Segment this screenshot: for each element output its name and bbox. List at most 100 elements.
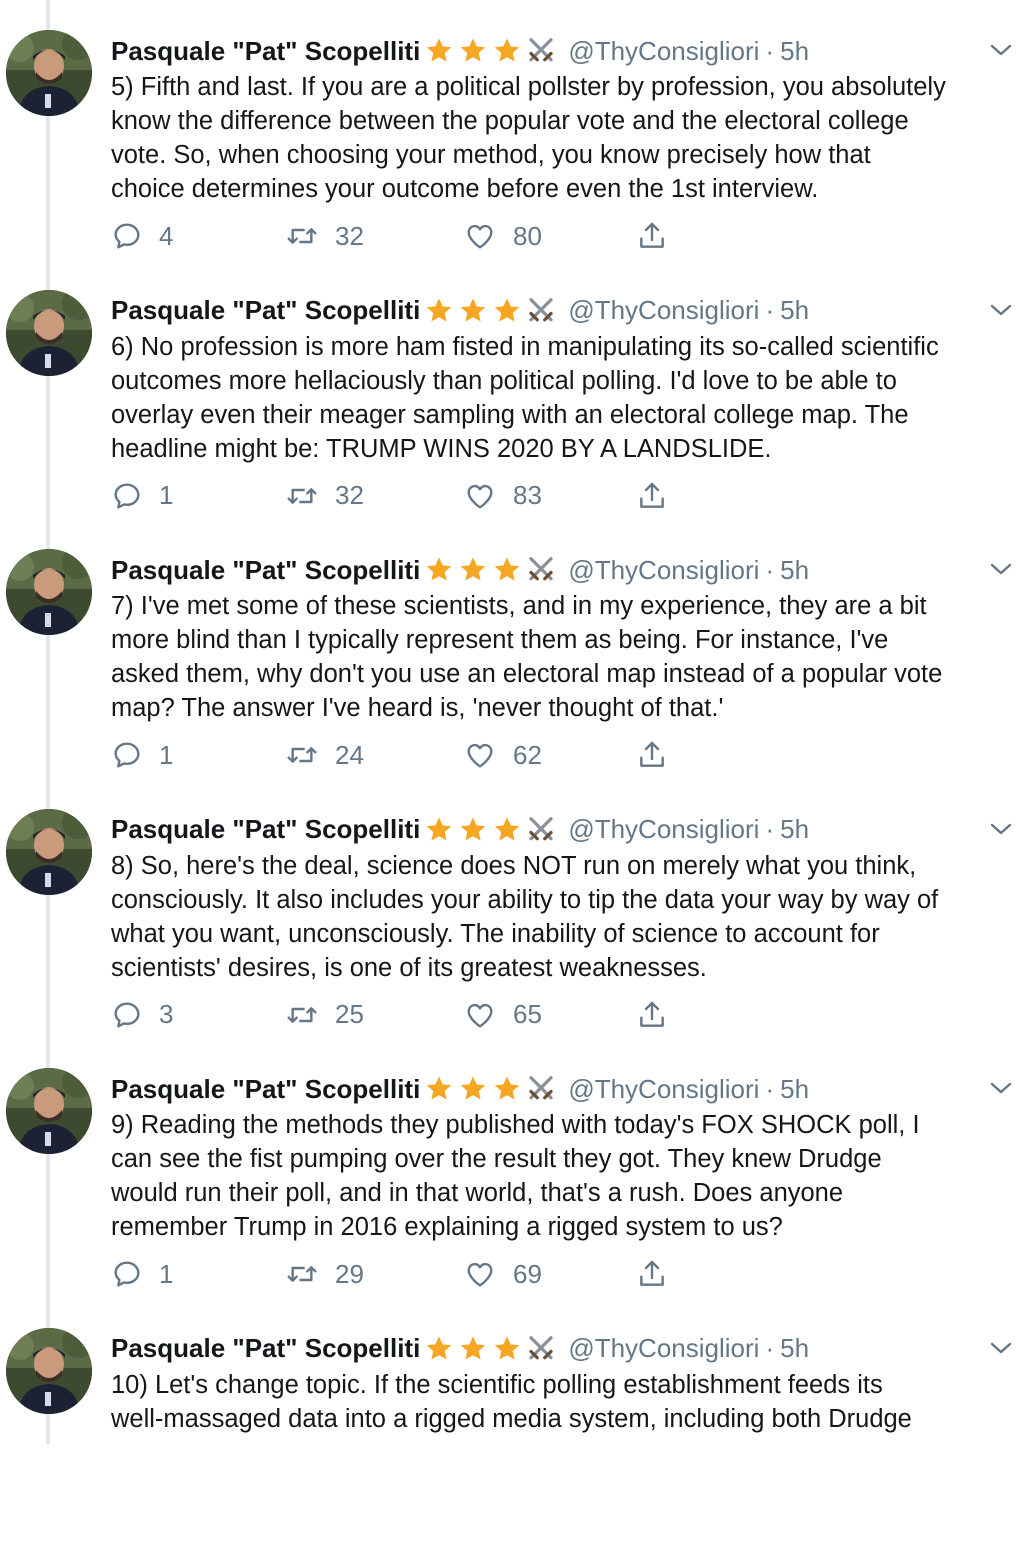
tweet-header: Pasquale "Pat" Scopelliti @ThyConsiglior… <box>111 34 809 68</box>
share-button[interactable] <box>635 739 669 771</box>
author-name[interactable]: Pasquale "Pat" Scopelliti <box>111 1074 420 1105</box>
tweet[interactable]: Pasquale "Pat" Scopelliti @ThyConsiglior… <box>0 783 1024 1043</box>
author-handle[interactable]: @ThyConsigliori <box>568 295 759 326</box>
retweet-button[interactable]: 32 <box>285 220 364 252</box>
tweet-text: 9) Reading the methods they published wi… <box>111 1111 920 1241</box>
reply-count: 3 <box>159 999 174 1029</box>
meta-separator: · <box>765 295 775 325</box>
tweet-text: 10) Let's change topic. If the scientifi… <box>111 1370 912 1433</box>
retweet-icon <box>287 1266 317 1282</box>
emoji-badges <box>422 1334 558 1364</box>
retweet-icon <box>287 747 317 763</box>
tweet-actions: 3 25 65 <box>111 999 711 1039</box>
author-handle[interactable]: @ThyConsigliori <box>568 1333 759 1364</box>
emoji-badges <box>422 296 558 326</box>
chevron-down-icon[interactable] <box>988 40 1014 60</box>
tweet[interactable]: Pasquale "Pat" Scopelliti @ThyConsiglior… <box>0 264 1024 524</box>
crossed-swords-icon <box>529 557 553 581</box>
like-button[interactable]: 83 <box>463 480 542 512</box>
reply-count: 1 <box>159 1258 174 1289</box>
avatar[interactable] <box>6 808 92 895</box>
star-icon <box>495 557 520 581</box>
share-button[interactable] <box>635 220 669 252</box>
tweet-timestamp[interactable]: 5h <box>780 1333 809 1364</box>
retweet-button[interactable]: 25 <box>285 999 364 1031</box>
chevron-down-icon[interactable] <box>988 300 1014 320</box>
tweet[interactable]: Pasquale "Pat" Scopelliti @ThyConsiglior… <box>0 1302 1024 1562</box>
avatar[interactable] <box>6 30 92 116</box>
share-button[interactable] <box>635 999 669 1031</box>
emoji-badges <box>422 36 558 66</box>
tweet-timestamp[interactable]: 5h <box>780 814 809 845</box>
star-icon <box>495 817 520 840</box>
like-button[interactable]: 69 <box>463 1258 542 1290</box>
tweet-timestamp[interactable]: 5h <box>780 295 809 326</box>
tweet[interactable]: Pasquale "Pat" Scopelliti @ThyConsiglior… <box>0 4 1024 264</box>
share-icon <box>640 1260 664 1286</box>
star-icon <box>461 1336 486 1359</box>
author-name[interactable]: Pasquale "Pat" Scopelliti <box>111 36 420 67</box>
retweet-icon <box>287 487 317 504</box>
retweet-count: 32 <box>335 220 364 251</box>
avatar[interactable] <box>6 1068 92 1154</box>
retweet-button[interactable]: 24 <box>285 739 364 771</box>
tweet-actions: 1 29 69 <box>111 1258 711 1298</box>
avatar[interactable] <box>6 289 92 376</box>
avatar[interactable] <box>6 1327 92 1414</box>
tweet[interactable]: Pasquale "Pat" Scopelliti @ThyConsiglior… <box>0 1042 1024 1302</box>
chevron-down-icon[interactable] <box>988 819 1014 839</box>
reply-count: 1 <box>159 480 174 510</box>
like-button[interactable]: 65 <box>463 999 542 1031</box>
author-handle[interactable]: @ThyConsigliori <box>568 814 759 845</box>
author-handle[interactable]: @ThyConsigliori <box>568 555 759 586</box>
tweet-header: Pasquale "Pat" Scopelliti @ThyConsiglior… <box>111 1332 809 1366</box>
tweet-header: Pasquale "Pat" Scopelliti @ThyConsiglior… <box>111 813 809 847</box>
retweet-count: 32 <box>335 480 364 510</box>
tweet-timestamp[interactable]: 5h <box>780 1074 809 1105</box>
tweet-header: Pasquale "Pat" Scopelliti @ThyConsiglior… <box>111 1072 809 1106</box>
author-name[interactable]: Pasquale "Pat" Scopelliti <box>111 1333 420 1364</box>
author-handle[interactable]: @ThyConsigliori <box>568 36 759 67</box>
chevron-down-icon[interactable] <box>988 1338 1014 1358</box>
avatar[interactable] <box>6 549 92 635</box>
like-button[interactable]: 62 <box>463 739 542 771</box>
tweet-text: 8) So, here's the deal, science does NOT… <box>111 851 939 982</box>
share-button[interactable] <box>635 480 669 512</box>
retweet-button[interactable]: 32 <box>285 480 364 512</box>
chevron-down-icon[interactable] <box>988 1078 1014 1098</box>
reply-button[interactable]: 1 <box>111 480 173 512</box>
tweet-timestamp[interactable]: 5h <box>780 36 809 67</box>
reply-icon <box>114 1001 140 1028</box>
meta-separator: · <box>765 814 775 844</box>
heart-icon <box>467 484 493 509</box>
tweet-text: 7) I've met some of these scientists, an… <box>111 592 943 722</box>
emoji-badges <box>422 1074 558 1104</box>
author-handle[interactable]: @ThyConsigliori <box>568 1074 759 1105</box>
star-icon <box>427 298 452 321</box>
chevron-down-icon[interactable] <box>988 559 1014 579</box>
author-name[interactable]: Pasquale "Pat" Scopelliti <box>111 814 420 845</box>
author-name[interactable]: Pasquale "Pat" Scopelliti <box>111 555 420 586</box>
crossed-swords-icon <box>529 1335 553 1359</box>
crossed-swords-icon <box>529 1076 553 1100</box>
reply-icon <box>114 223 140 249</box>
like-count: 65 <box>513 999 542 1029</box>
star-icon <box>495 1076 520 1100</box>
meta-separator: · <box>765 554 775 585</box>
author-name[interactable]: Pasquale "Pat" Scopelliti <box>111 295 420 326</box>
tweet-timestamp[interactable]: 5h <box>780 555 809 586</box>
share-button[interactable] <box>635 1258 669 1290</box>
like-button[interactable]: 80 <box>463 220 542 252</box>
star-icon <box>495 38 520 62</box>
retweet-button[interactable]: 29 <box>285 1258 364 1290</box>
reply-button[interactable]: 1 <box>111 1258 173 1290</box>
tweet-header: Pasquale "Pat" Scopelliti @ThyConsiglior… <box>111 294 809 328</box>
reply-button[interactable]: 3 <box>111 999 173 1031</box>
reply-button[interactable]: 4 <box>111 220 173 252</box>
like-count: 83 <box>513 480 542 510</box>
retweet-count: 25 <box>335 999 364 1029</box>
reply-button[interactable]: 1 <box>111 739 173 771</box>
tweet[interactable]: Pasquale "Pat" Scopelliti @ThyConsiglior… <box>0 523 1024 783</box>
star-icon <box>427 817 452 840</box>
crossed-swords-icon <box>529 816 553 840</box>
